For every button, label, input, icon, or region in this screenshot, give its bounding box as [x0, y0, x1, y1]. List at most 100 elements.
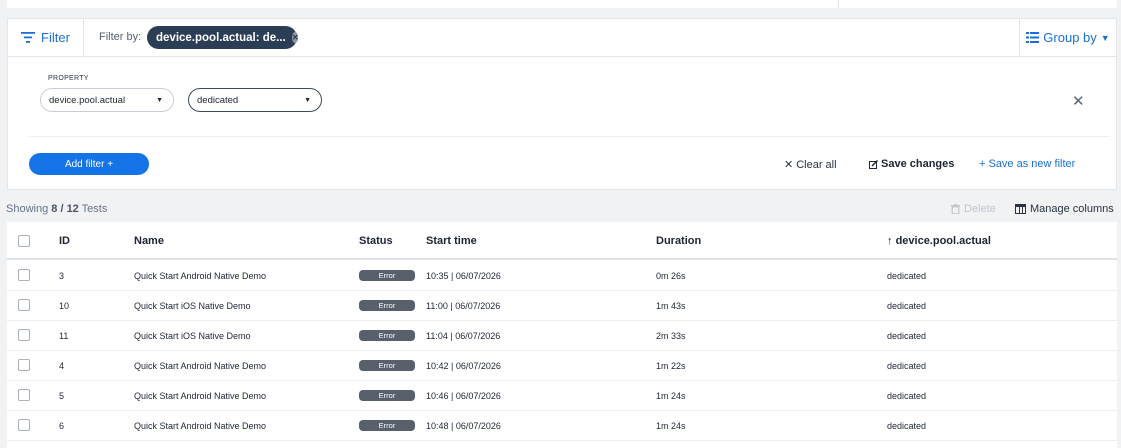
- table-row[interactable]: 3 Quick Start Android Native Demo Error …: [7, 261, 1117, 291]
- status-badge: Error: [359, 300, 415, 311]
- table-row[interactable]: 5 Quick Start Android Native Demo Error …: [7, 381, 1117, 411]
- table-row[interactable]: 6 Quick Start Android Native Demo Error …: [7, 411, 1117, 441]
- columns-icon: [1015, 204, 1026, 214]
- total-count: 12: [66, 203, 79, 215]
- cell-start-time: 11:00 | 06/07/2026: [426, 301, 501, 311]
- cell-device-pool: dedicated: [887, 421, 927, 431]
- column-header-device-pool-label: device.pool.actual: [895, 235, 991, 247]
- divider: [29, 136, 1109, 137]
- column-header-status[interactable]: Status: [359, 235, 393, 247]
- table-row[interactable]: 11 Quick Start iOS Native Demo Error 11:…: [7, 321, 1117, 351]
- active-filter-chip[interactable]: device.pool.actual: de... ✕: [147, 26, 299, 49]
- cell-start-time: 10:42 | 06/07/2026: [426, 361, 501, 371]
- column-header-start-time[interactable]: Start time: [426, 235, 477, 247]
- cell-duration: 1m 43s: [656, 301, 686, 311]
- showing-prefix: Showing: [6, 203, 52, 215]
- filter-bar: Filter Filter by: device.pool.actual: de…: [8, 19, 1116, 57]
- table-header: ID Name Status Start time Duration ↑ dev…: [7, 222, 1117, 260]
- trash-icon: [951, 204, 960, 214]
- group-by-label: Group by: [1043, 30, 1097, 45]
- clear-all-label: Clear all: [796, 158, 837, 171]
- chevron-down-icon: ▼: [1100, 32, 1110, 43]
- status-badge: Error: [359, 270, 415, 281]
- results-count: Showing 8 / 12 Tests: [6, 203, 107, 215]
- cell-id: 5: [59, 391, 65, 401]
- cell-device-pool: dedicated: [887, 361, 927, 371]
- manage-columns-label: Manage columns: [1030, 203, 1114, 215]
- filter-toggle-button[interactable]: Filter: [8, 19, 84, 56]
- tests-table: ID Name Status Start time Duration ↑ dev…: [7, 222, 1117, 448]
- cell-duration: 1m 22s: [656, 361, 686, 371]
- table-row[interactable]: 10 Quick Start iOS Native Demo Error 11:…: [7, 291, 1117, 321]
- cell-duration: 2m 33s: [656, 331, 686, 341]
- cell-start-time: 10:48 | 06/07/2026: [426, 421, 501, 431]
- status-badge: Error: [359, 360, 415, 371]
- top-strip-divider: [838, 0, 839, 8]
- edit-icon: [869, 159, 878, 169]
- property-select[interactable]: device.pool.actual ▼: [40, 88, 174, 112]
- cell-name[interactable]: Quick Start Android Native Demo: [134, 421, 266, 431]
- cell-name[interactable]: Quick Start iOS Native Demo: [134, 331, 251, 341]
- close-icon: ✕: [784, 159, 794, 171]
- delete-button[interactable]: Delete: [951, 203, 996, 215]
- cell-device-pool: dedicated: [887, 331, 927, 341]
- row-checkbox[interactable]: [18, 269, 30, 281]
- filter-panel: Filter Filter by: device.pool.actual: de…: [7, 18, 1117, 190]
- value-select[interactable]: dedicated ▼: [188, 88, 322, 112]
- cell-device-pool: dedicated: [887, 271, 927, 281]
- cell-duration: 1m 24s: [656, 421, 686, 431]
- chip-remove-icon[interactable]: ✕: [291, 32, 299, 43]
- count-separator: /: [57, 203, 67, 215]
- cell-name[interactable]: Quick Start Android Native Demo: [134, 271, 266, 281]
- save-as-new-filter-label: + Save as new filter: [979, 158, 1076, 170]
- cell-id: 4: [59, 361, 65, 371]
- cell-name[interactable]: Quick Start Android Native Demo: [134, 391, 266, 401]
- filter-label: Filter: [41, 30, 70, 45]
- cell-device-pool: dedicated: [887, 391, 927, 401]
- add-filter-button[interactable]: Add filter +: [29, 153, 149, 175]
- group-by-icon: [1026, 32, 1040, 43]
- column-header-device-pool[interactable]: ↑ device.pool.actual: [887, 235, 991, 247]
- status-badge: Error: [359, 420, 415, 431]
- cell-start-time: 10:46 | 06/07/2026: [426, 391, 501, 401]
- cell-duration: 0m 26s: [656, 271, 686, 281]
- remove-condition-icon[interactable]: ✕: [1072, 92, 1085, 110]
- cell-id: 11: [59, 331, 69, 341]
- column-header-name[interactable]: Name: [134, 235, 164, 247]
- save-changes-button[interactable]: Save changes: [869, 158, 954, 170]
- chevron-down-icon: ▼: [304, 96, 311, 104]
- cell-duration: 1m 24s: [656, 391, 686, 401]
- value-select-value: dedicated: [197, 94, 239, 106]
- column-header-id[interactable]: ID: [59, 235, 70, 247]
- cell-id: 6: [59, 421, 65, 431]
- property-label: PROPERTY: [48, 75, 89, 82]
- filter-by-label: Filter by:: [99, 31, 142, 43]
- group-by-button[interactable]: Group by ▼: [1019, 19, 1116, 56]
- property-select-value: device.pool.actual: [49, 94, 126, 106]
- save-as-new-filter-button[interactable]: + Save as new filter: [979, 158, 1075, 170]
- status-badge: Error: [359, 330, 415, 341]
- cell-start-time: 10:35 | 06/07/2026: [426, 271, 501, 281]
- column-header-duration[interactable]: Duration: [656, 235, 701, 247]
- row-checkbox[interactable]: [18, 359, 30, 371]
- filter-icon: [21, 32, 36, 43]
- active-filter-chip-label: device.pool.actual: de...: [156, 31, 286, 44]
- delete-label: Delete: [964, 203, 996, 215]
- showing-suffix: Tests: [78, 203, 108, 215]
- cell-device-pool: dedicated: [887, 301, 927, 311]
- cell-id: 3: [59, 271, 65, 281]
- select-all-checkbox[interactable]: [18, 235, 30, 247]
- row-checkbox[interactable]: [18, 299, 30, 311]
- status-badge: Error: [359, 390, 415, 401]
- cell-name[interactable]: Quick Start iOS Native Demo: [134, 301, 251, 311]
- chevron-down-icon: ▼: [156, 96, 163, 104]
- table-row[interactable]: 4 Quick Start Android Native Demo Error …: [7, 351, 1117, 381]
- row-checkbox[interactable]: [18, 329, 30, 341]
- row-checkbox[interactable]: [18, 389, 30, 401]
- cell-start-time: 11:04 | 06/07/2026: [426, 331, 501, 341]
- manage-columns-button[interactable]: Manage columns: [1015, 203, 1114, 215]
- cell-name[interactable]: Quick Start Android Native Demo: [134, 361, 266, 371]
- clear-all-button[interactable]: ✕ Clear all: [784, 158, 837, 172]
- row-checkbox[interactable]: [18, 419, 30, 431]
- sort-ascending-icon: ↑: [887, 235, 893, 247]
